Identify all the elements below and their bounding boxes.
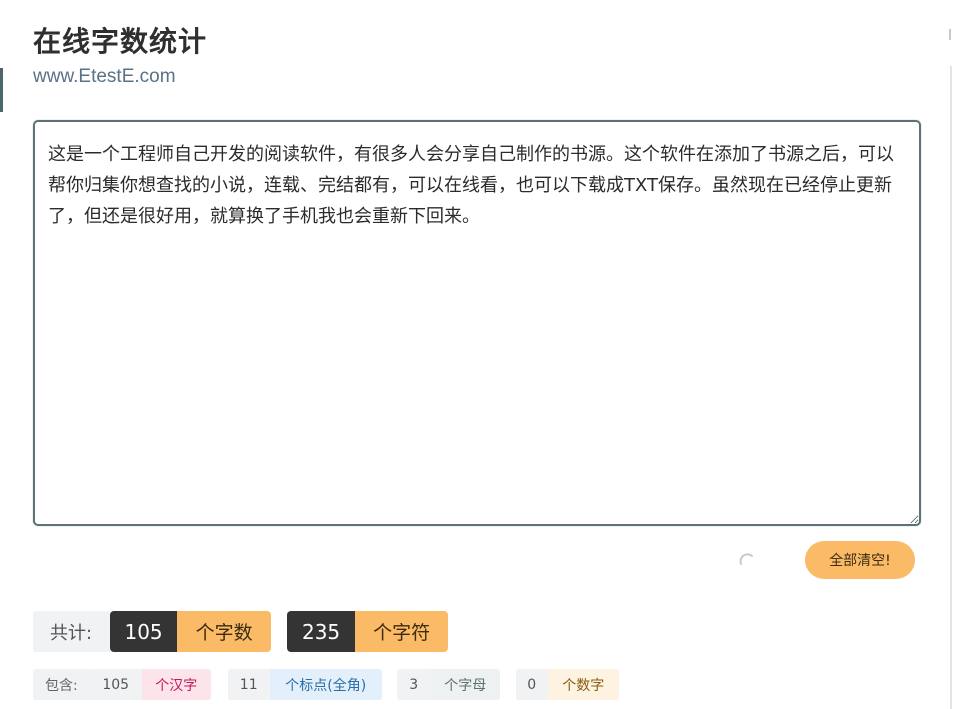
detail-count-row: 包含: 105 个汉字 11 个标点(全角) 3 个字母 0 个数字 [33,669,619,700]
hanzi-count-badge: 105 个汉字 [89,669,211,700]
digit-count-unit: 个数字 [547,669,619,700]
letter-count-value: 3 [396,669,431,700]
word-count-badge: 105 个字数 [110,611,272,652]
hanzi-count-unit: 个汉字 [141,669,211,700]
hanzi-count-value: 105 [89,669,142,700]
text-input-area[interactable]: 这是一个工程师自己开发的阅读软件，有很多人会分享自己制作的书源。这个软件在添加了… [33,120,921,526]
word-count-unit: 个字数 [177,611,272,652]
word-count-value: 105 [110,611,178,652]
total-count-row: 共计: 105 个字数 235 个字符 [33,611,449,652]
letter-count-badge: 3 个字母 [396,669,500,700]
punctuation-count-badge: 11 个标点(全角) [227,669,382,700]
char-count-badge: 235 个字符 [287,611,449,652]
total-label: 共计: [33,611,111,652]
left-accent-bar [0,68,3,112]
letter-count-unit: 个字母 [430,669,500,700]
punctuation-count-value: 11 [227,669,270,700]
loading-spinner-icon [739,553,753,565]
char-count-value: 235 [287,611,356,652]
digit-count-badge: 0 个数字 [515,669,619,700]
detail-label: 包含: [33,669,90,700]
punctuation-count-unit: 个标点(全角) [269,669,382,700]
scroll-edge-mark [949,29,951,40]
right-divider [950,66,952,709]
clear-all-button[interactable]: 全部清空! [805,541,915,579]
page-header: 在线字数统计 www.EtestE.com [33,22,207,89]
site-url: www.EtestE.com [33,66,176,87]
digit-count-value: 0 [515,669,548,700]
char-count-unit: 个字符 [355,611,449,652]
page-title: 在线字数统计 [33,25,208,58]
